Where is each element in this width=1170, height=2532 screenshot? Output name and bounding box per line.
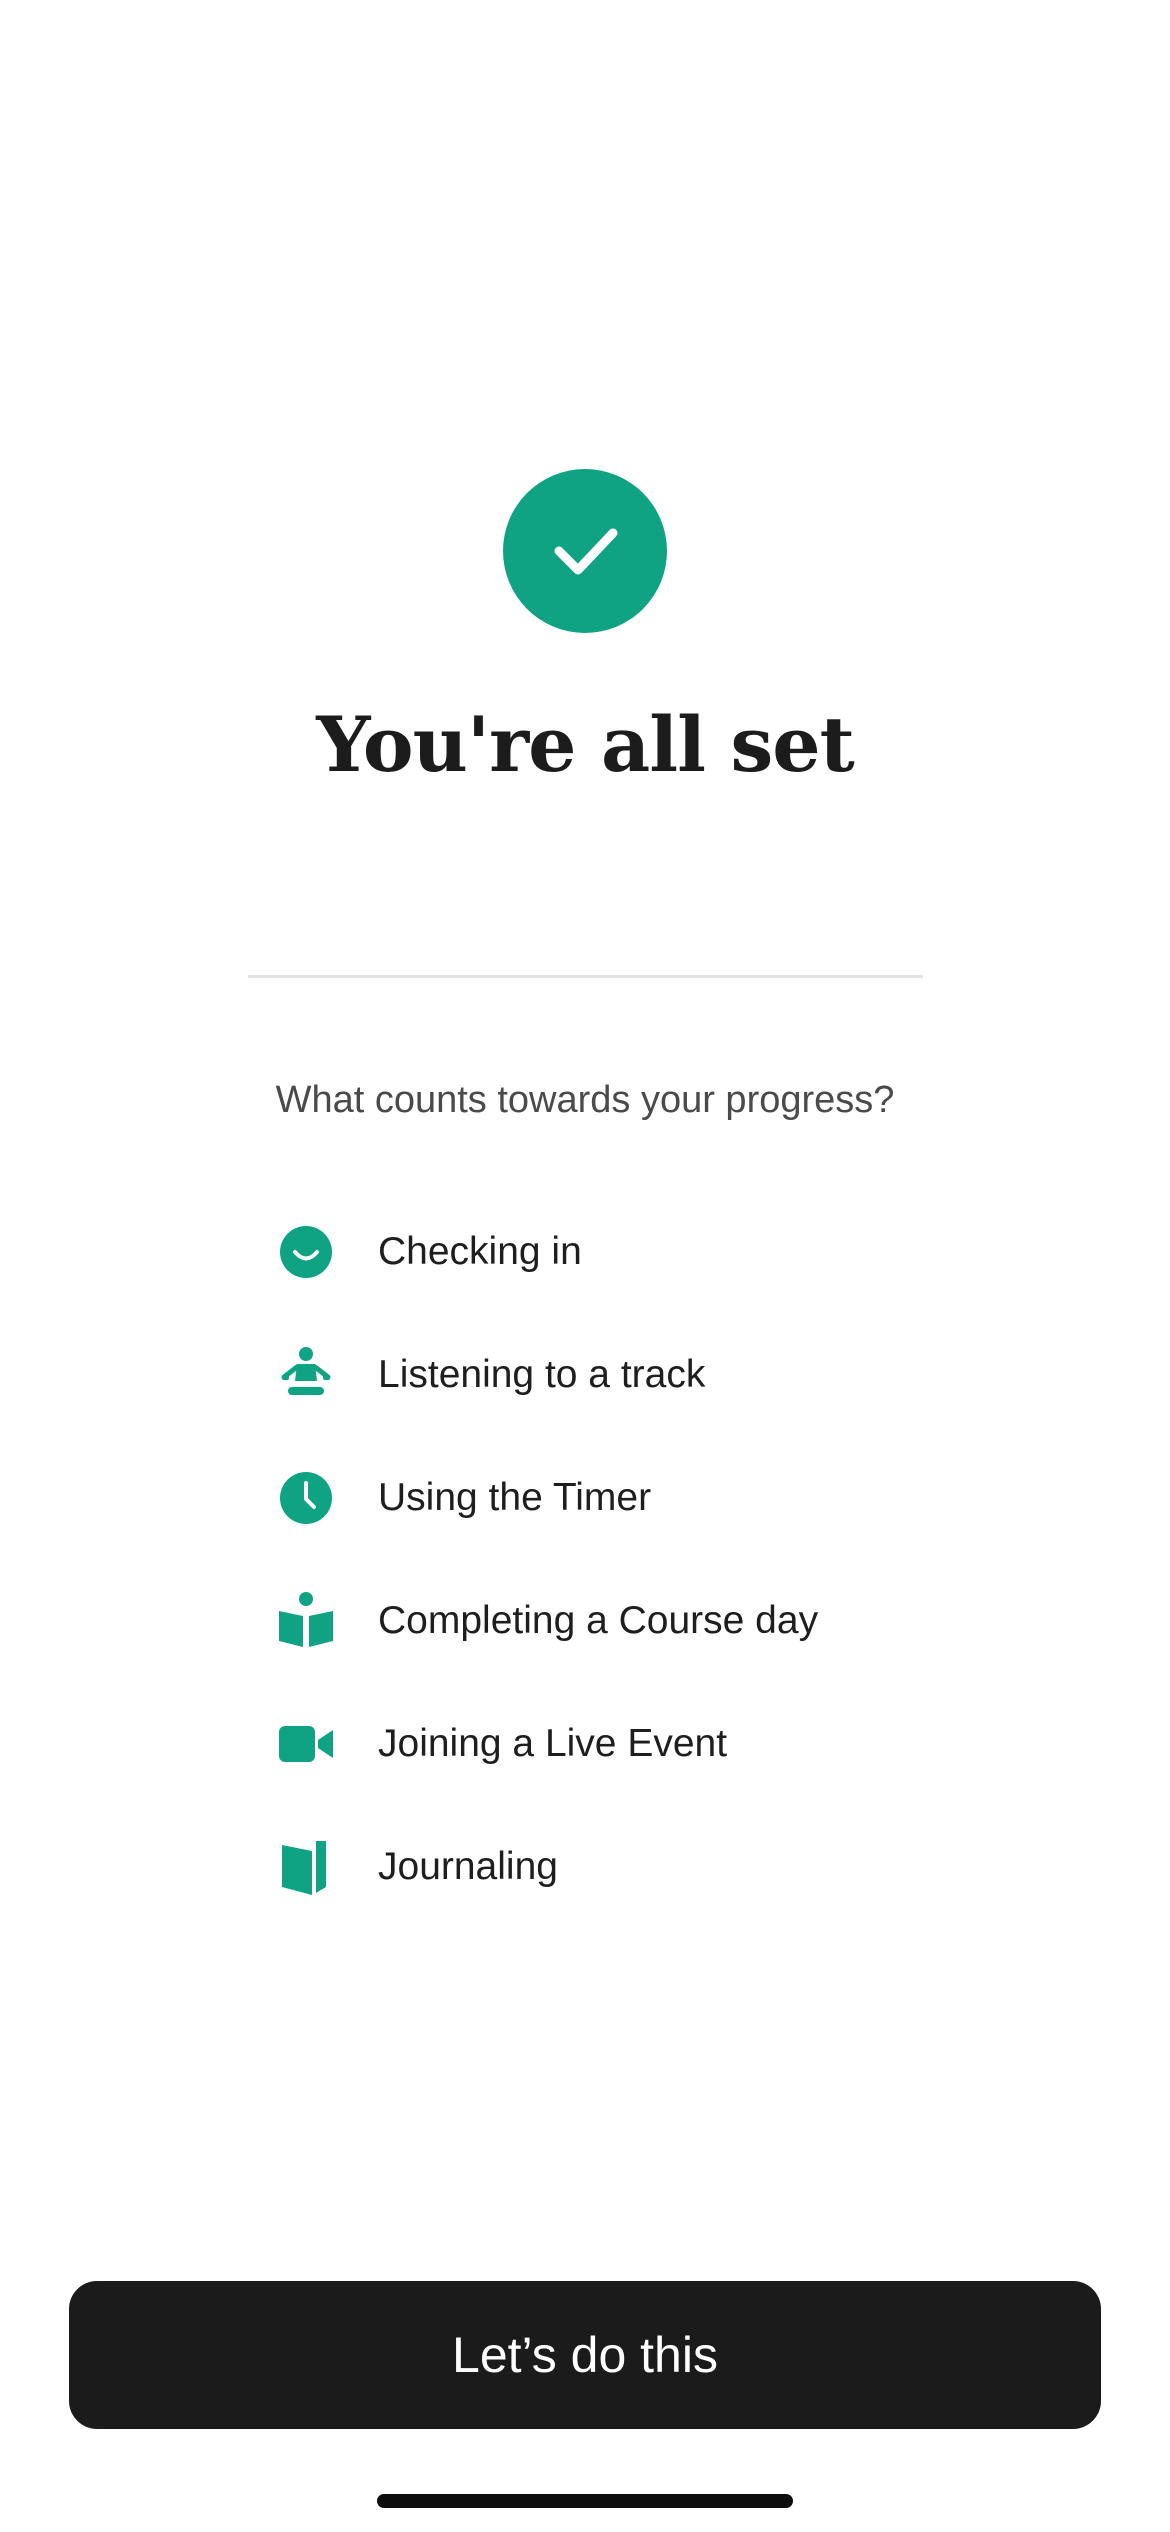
list-item-listening: Listening to a track — [270, 1313, 970, 1436]
open-book-icon — [270, 1585, 342, 1657]
checkmark-icon — [554, 528, 618, 575]
list-item-label: Using the Timer — [378, 1475, 652, 1519]
list-item-label: Listening to a track — [378, 1352, 706, 1396]
meditating-person-icon — [270, 1339, 342, 1411]
progress-criteria-list: Checking in Listening to a track Using t… — [270, 1190, 970, 1928]
success-check-badge — [503, 469, 667, 633]
list-item-live-event: Joining a Live Event — [270, 1682, 970, 1805]
home-indicator — [377, 2494, 793, 2508]
video-camera-icon — [270, 1708, 342, 1780]
divider — [248, 975, 923, 978]
list-item-label: Joining a Live Event — [378, 1721, 728, 1765]
list-item-label: Checking in — [378, 1229, 582, 1273]
list-item-timer: Using the Timer — [270, 1436, 970, 1559]
list-item-course: Completing a Course day — [270, 1559, 970, 1682]
clock-icon — [270, 1462, 342, 1534]
list-item-label: Journaling — [378, 1844, 558, 1888]
list-item-checking-in: Checking in — [270, 1190, 970, 1313]
lets-do-this-button[interactable]: Let’s do this — [69, 2281, 1101, 2429]
list-item-label: Completing a Course day — [378, 1598, 819, 1642]
page-title: You're all set — [316, 700, 854, 789]
list-item-journaling: Journaling — [270, 1805, 970, 1928]
journal-icon — [270, 1831, 342, 1903]
smile-face-icon — [270, 1216, 342, 1288]
progress-heading: What counts towards your progress? — [275, 1079, 895, 1121]
